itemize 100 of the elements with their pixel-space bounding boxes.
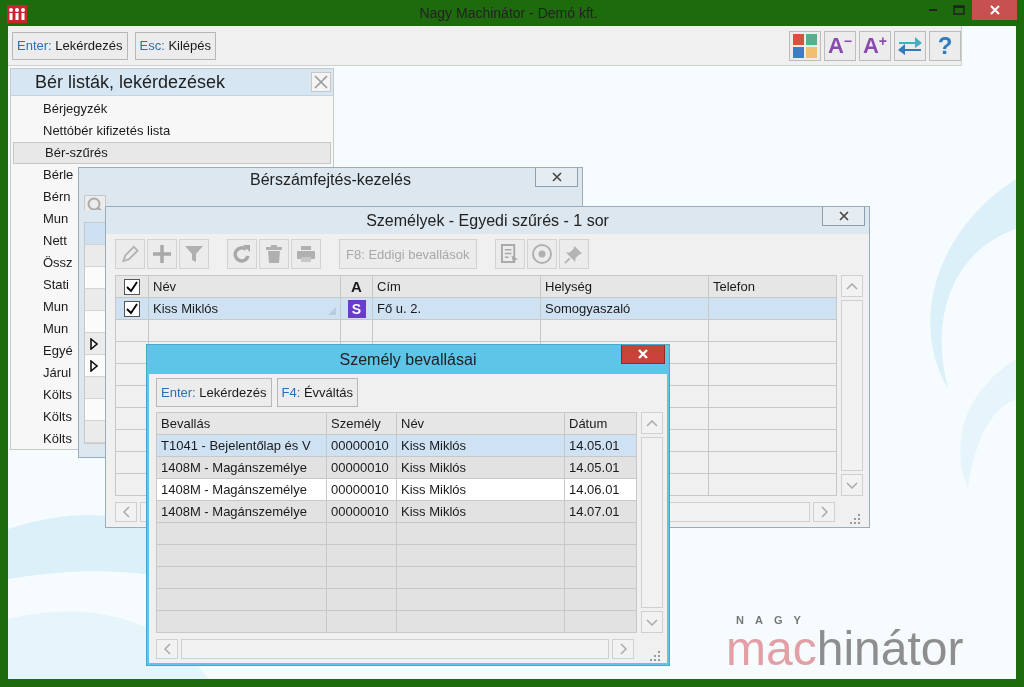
column-header[interactable]: Bevallás — [161, 416, 211, 431]
row-checkbox[interactable] — [124, 300, 140, 317]
list-item[interactable]: Költs — [11, 428, 75, 450]
table-cell: T1041 - Bejelentőlap és V — [161, 438, 311, 453]
command-button[interactable]: Esc: Kilépés — [134, 31, 217, 60]
column-header[interactable]: Név — [401, 416, 425, 431]
command-button[interactable]: F4: Évváltás — [276, 378, 359, 407]
add-button[interactable] — [147, 239, 177, 269]
maximize-icon — [953, 5, 965, 15]
triangle-pointer-icon — [90, 359, 98, 372]
window-title: Bér listák, lekérdezések — [34, 71, 227, 93]
table-cell: 1408M - Magánszemélye — [161, 504, 307, 519]
list-item[interactable]: Költs — [11, 384, 75, 406]
command-button[interactable]: Enter: Lekérdezés — [156, 378, 272, 407]
chevron-right-icon — [820, 506, 828, 518]
plus-icon — [153, 245, 171, 263]
table-row[interactable]: 1408M - Magánszemélye 00000010 Kiss Miklós 14.05.01 — [156, 456, 637, 479]
close-button[interactable] — [972, 0, 1017, 20]
pencil-icon — [121, 245, 139, 263]
list-item[interactable]: Össz — [11, 252, 76, 274]
table-cell: Kiss Miklós — [401, 438, 466, 453]
color-squares-icon — [793, 33, 817, 58]
edit-button[interactable] — [115, 239, 145, 269]
table-cell: 00000010 — [331, 438, 389, 453]
scrollbar-track[interactable] — [841, 300, 863, 471]
close-icon — [551, 172, 562, 182]
close-icon — [988, 4, 1001, 16]
table-row[interactable]: 1408M - Magánszemélye 00000010 Kiss Miklós 14.06.01 — [156, 478, 637, 501]
list-item[interactable]: Bérjegyzék — [11, 98, 111, 120]
select-all-checkbox[interactable] — [124, 278, 140, 295]
palette-button[interactable] — [789, 30, 821, 61]
scroll-right-button[interactable] — [612, 639, 635, 659]
view-button[interactable] — [526, 239, 557, 269]
table-cell: Kiss Miklós — [401, 482, 466, 497]
font-larger-button[interactable]: A+ — [859, 30, 891, 61]
close-icon — [313, 74, 329, 90]
chevron-left-icon — [122, 506, 130, 518]
search-button[interactable] — [84, 195, 106, 210]
table-cell: 1408M - Magánszemélye — [161, 460, 307, 475]
column-header[interactable]: Helység — [545, 279, 592, 294]
table-row[interactable]: T1041 - Bejelentőlap és V 00000010 Kiss Miklós 14.05.01 — [156, 434, 637, 457]
refresh-button[interactable] — [227, 239, 257, 269]
help-button[interactable]: ? — [929, 30, 961, 61]
list-row[interactable] — [85, 333, 105, 355]
logo-wordmark: machinátor — [726, 626, 964, 672]
resize-grip-icon[interactable] — [850, 514, 860, 524]
command-button[interactable]: Enter: Lekérdezés — [12, 31, 128, 60]
window-title: Nagy Machinátor - Demó kft. — [418, 4, 599, 23]
scroll-down-button[interactable] — [841, 474, 863, 496]
delete-button[interactable] — [259, 239, 289, 269]
list-item[interactable]: Bér-szűrés — [13, 142, 331, 164]
scroll-up-button[interactable] — [841, 275, 863, 297]
list-item[interactable]: Költs — [11, 406, 75, 428]
scrollbar-track[interactable] — [641, 437, 663, 608]
list-row[interactable] — [85, 355, 105, 377]
close-icon — [638, 349, 648, 359]
font-smaller-button[interactable]: A− — [824, 30, 856, 61]
scroll-left-button[interactable] — [115, 502, 137, 522]
list-item[interactable]: Egyé — [11, 340, 76, 362]
close-button[interactable] — [621, 345, 665, 364]
column-header[interactable]: Név — [153, 279, 177, 294]
pin-button[interactable] — [558, 239, 589, 269]
list-item[interactable]: Járul — [11, 362, 75, 384]
filter-button[interactable] — [179, 239, 209, 269]
window-title: Személyek - Egyedi szűrés - 1 sor — [366, 211, 609, 230]
status-badge: S — [347, 299, 366, 318]
resize-grip-icon[interactable] — [650, 651, 660, 661]
scroll-down-button[interactable] — [641, 611, 663, 633]
table-cell: 14.06.01 — [569, 482, 620, 497]
chevron-right-icon — [619, 643, 627, 655]
list-item[interactable]: Nettóbér kifizetés lista — [11, 120, 174, 142]
table-row[interactable]: 1408M - Magánszemélye 00000010 Kiss Miklós 14.07.01 — [156, 500, 637, 523]
scroll-right-button[interactable] — [813, 502, 836, 522]
funnel-icon — [185, 246, 203, 262]
eye-icon — [531, 244, 552, 264]
column-header[interactable]: Cím — [377, 279, 401, 294]
list-item[interactable]: Nett — [11, 230, 70, 252]
close-icon — [838, 211, 849, 221]
scrollbar-track[interactable] — [181, 639, 610, 659]
trash-icon — [266, 245, 282, 263]
list-item[interactable]: Stati — [11, 274, 72, 296]
print-button[interactable] — [291, 239, 321, 269]
document-button[interactable] — [494, 239, 525, 269]
swap-button[interactable] — [894, 30, 926, 61]
list-item[interactable]: Bérn — [11, 186, 74, 208]
table-cell: 14.07.01 — [569, 504, 620, 519]
list-item[interactable]: Mun — [11, 318, 72, 340]
logo-tagline: NAGY — [736, 614, 812, 626]
table-row[interactable]: Kiss Miklós S Fő u. 2. Somogyaszaló — [115, 297, 837, 320]
list-item[interactable]: Bérle — [11, 164, 77, 186]
scroll-up-button[interactable] — [641, 412, 663, 434]
list-item[interactable]: Mun — [11, 296, 72, 318]
table-cell: Kiss Miklós — [401, 460, 466, 475]
printer-icon — [297, 246, 315, 262]
list-item[interactable]: Mun — [11, 208, 72, 230]
window-title: Bérszámfejtés-kezelés — [250, 171, 411, 189]
table-cell: Somogyaszaló — [545, 301, 631, 316]
table-cell: 14.05.01 — [569, 438, 620, 453]
window-title: Személy bevallásai — [339, 350, 477, 369]
scroll-left-button[interactable] — [156, 639, 178, 659]
